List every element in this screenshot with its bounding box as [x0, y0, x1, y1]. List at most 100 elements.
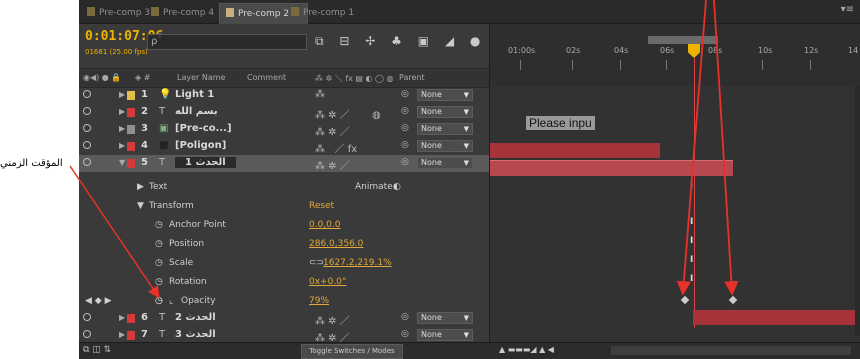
layer-row[interactable]: ▶ 2 T بسم الله ⁂ ✲ ／ ◍ ◎ None ▼: [79, 104, 489, 121]
expand-triangle-icon[interactable]: ▶: [119, 141, 125, 150]
pickwhip-icon[interactable]: ◎: [401, 106, 409, 116]
layer-name[interactable]: الحدث 1: [175, 157, 236, 168]
layer-switches[interactable]: ⁂ ✲ ／: [315, 157, 350, 172]
anchor-point-row[interactable]: ◷ Anchor Point 0.0,0.0: [79, 217, 489, 234]
layer-switches[interactable]: ⁂ ✲ ／ ◍: [315, 106, 381, 121]
rotation-row[interactable]: ◷ Rotation 0x+0.0°: [79, 274, 489, 291]
stopwatch-icon[interactable]: ◷: [155, 220, 163, 230]
layer-row-selected[interactable]: ▼ 5 T الحدث 1 ⁂ ✲ ／ ◎ None ▼: [79, 155, 489, 172]
property-value[interactable]: 79%: [309, 296, 329, 306]
transform-property-row[interactable]: ▼ Transform Reset: [79, 198, 489, 215]
comment-header[interactable]: Comment: [247, 73, 286, 82]
layer-switches[interactable]: ⁂: [315, 89, 325, 100]
keyframe-navigator-icon[interactable]: ◀ ◆ ▶: [85, 296, 112, 306]
zoom-slider[interactable]: ▲ ▬▬▬◢ ▲ ◀: [499, 345, 554, 354]
eye-icon[interactable]: [83, 313, 91, 321]
property-value[interactable]: 0x+0.0°: [309, 277, 346, 287]
layer-duration-bar[interactable]: [490, 143, 660, 158]
property-value[interactable]: 0.0,0.0: [309, 220, 341, 230]
expand-triangle-icon[interactable]: ▶: [119, 330, 125, 339]
layer-name[interactable]: [Poligon]: [175, 140, 226, 151]
animate-menu-icon[interactable]: ◐: [393, 182, 401, 192]
pickwhip-icon[interactable]: ◎: [401, 329, 409, 339]
opacity-row[interactable]: ◀ ◆ ▶ ◷ ⌞ Opacity 79%: [79, 293, 489, 310]
stopwatch-icon[interactable]: ◷: [155, 277, 163, 287]
pickwhip-icon[interactable]: ◎: [401, 123, 409, 133]
eye-icon[interactable]: [83, 158, 91, 166]
search-input[interactable]: ρ˙: [147, 34, 307, 50]
eye-icon[interactable]: [83, 124, 91, 132]
parent-select[interactable]: None ▼: [417, 123, 473, 135]
expand-triangle-icon[interactable]: ▶: [119, 107, 125, 116]
parent-select[interactable]: None ▼: [417, 157, 473, 169]
expand-triangle-icon[interactable]: ▶: [137, 182, 144, 192]
horizontal-scrollbar[interactable]: [611, 346, 851, 355]
tab-pre-comp-1[interactable]: Pre-comp 1: [291, 5, 354, 21]
layer-switches[interactable]: ⁂ ✲ ／: [315, 312, 350, 327]
expand-triangle-icon[interactable]: ▶: [119, 90, 125, 99]
stopwatch-active-icon[interactable]: ◷: [155, 296, 163, 306]
eye-icon[interactable]: [83, 90, 91, 98]
label-color-swatch[interactable]: [127, 331, 135, 340]
layer-row[interactable]: ▶ 3 ▣ [Pre-co...] ⁂ ✲ ／ ◎ None ▼: [79, 121, 489, 138]
opacity-keyframe[interactable]: [680, 295, 690, 305]
animate-label[interactable]: Animate:: [355, 182, 396, 192]
layer-row[interactable]: ▶ 6 T الحدث 2 ⁂ ✲ ／ ◎ None ▼: [79, 310, 489, 327]
layer-name[interactable]: بسم الله: [175, 106, 218, 117]
toggle-switches-modes-button[interactable]: Toggle Switches / Modes: [301, 344, 403, 359]
graph-icon[interactable]: ⌞: [169, 296, 173, 306]
vertical-scrollbar[interactable]: [855, 86, 860, 336]
text-property-row[interactable]: ▶ Text Animate: ◐: [79, 179, 489, 196]
layer-name[interactable]: الحدث 3: [175, 329, 216, 340]
layer-row[interactable]: ▶ 1 💡 Light 1 ⁂ ◎ None ▼: [79, 87, 489, 104]
parent-select[interactable]: None ▼: [417, 312, 473, 324]
collapse-triangle-icon[interactable]: ▼: [119, 158, 125, 167]
pickwhip-icon[interactable]: ◎: [401, 157, 409, 167]
link-icon[interactable]: ⊂⊃: [309, 258, 324, 268]
pickwhip-icon[interactable]: ◎: [401, 312, 409, 322]
parent-header[interactable]: Parent: [399, 73, 425, 82]
opacity-keyframe[interactable]: [728, 295, 738, 305]
time-graph[interactable]: 01:00s 02s 04s 06s 08s 10s 12s 14 Please…: [489, 24, 860, 359]
layer-name[interactable]: الحدث 2: [175, 312, 216, 323]
parent-select[interactable]: None ▼: [417, 89, 473, 101]
label-color-swatch[interactable]: [127, 314, 135, 323]
parent-select[interactable]: None ▼: [417, 106, 473, 118]
work-area-bar[interactable]: [648, 36, 718, 44]
layer-duration-bar[interactable]: [693, 310, 860, 325]
label-color-swatch[interactable]: [127, 125, 135, 134]
eye-icon[interactable]: [83, 107, 91, 115]
stopwatch-icon[interactable]: ◷: [155, 239, 163, 249]
scale-row[interactable]: ◷ Scale ⊂⊃ 1627.2,219.1%: [79, 255, 489, 272]
label-color-swatch[interactable]: [127, 159, 135, 168]
tab-pre-comp-4[interactable]: Pre-comp 4: [151, 5, 214, 21]
label-color-swatch[interactable]: [127, 91, 135, 100]
expand-triangle-icon[interactable]: ▶: [119, 124, 125, 133]
eye-icon[interactable]: [83, 141, 91, 149]
parent-select[interactable]: None ▼: [417, 140, 473, 152]
eye-icon[interactable]: [83, 330, 91, 338]
stopwatch-icon[interactable]: ◷: [155, 258, 163, 268]
layer-switches[interactable]: ⁂ ／ fx: [315, 140, 357, 155]
time-ruler[interactable]: 01:00s 02s 04s 06s 08s 10s 12s 14: [490, 24, 860, 86]
layer-switches[interactable]: ⁂ ✲ ／: [315, 123, 350, 138]
footer-toggle-icons[interactable]: ⧉ ◫ ⇅: [83, 345, 111, 355]
position-row[interactable]: ◷ Position 286.0,356.0: [79, 236, 489, 253]
tab-pre-comp-3[interactable]: Pre-comp 3: [87, 5, 150, 21]
reset-link[interactable]: Reset: [309, 201, 334, 211]
label-color-swatch[interactable]: [127, 108, 135, 117]
pickwhip-icon[interactable]: ◎: [401, 89, 409, 99]
expand-triangle-icon[interactable]: ▶: [119, 313, 125, 322]
layer-duration-bar[interactable]: [490, 160, 733, 176]
layer-row[interactable]: ▶ 4 ■ [Poligon] ⁂ ／ fx ◎ None ▼: [79, 138, 489, 155]
layer-name-header[interactable]: Layer Name: [177, 73, 225, 82]
layer-name[interactable]: [Pre-co...]: [175, 123, 232, 134]
layer-name[interactable]: Light 1: [175, 89, 214, 100]
collapse-triangle-icon[interactable]: ▼: [137, 201, 144, 211]
label-color-swatch[interactable]: [127, 142, 135, 151]
property-value[interactable]: 286.0,356.0: [309, 239, 363, 249]
property-value[interactable]: 1627.2,219.1%: [323, 258, 392, 268]
pickwhip-icon[interactable]: ◎: [401, 140, 409, 150]
panel-menu-icon[interactable]: ▾≡: [841, 4, 854, 15]
parent-select[interactable]: None ▼: [417, 329, 473, 341]
